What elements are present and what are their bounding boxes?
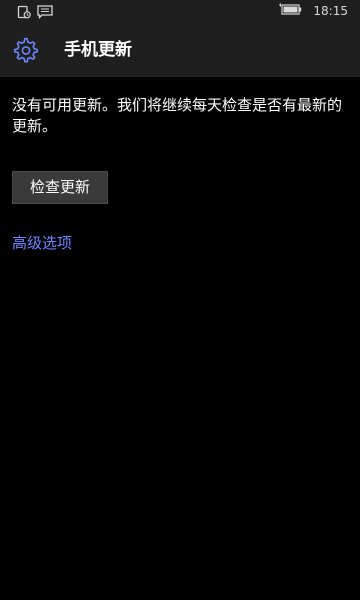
page-title: 手机更新 — [64, 40, 132, 60]
status-left-icons — [17, 4, 53, 23]
page-header: 手机更新 — [0, 24, 360, 77]
update-status-message: 没有可用更新。我们将继续每天检查是否有最新的更新。 — [12, 96, 343, 135]
check-updates-button[interactable]: 检查更新 — [12, 171, 108, 204]
battery-icon — [277, 2, 303, 19]
status-time: 18:15 — [313, 3, 348, 18]
gear-icon — [11, 36, 39, 64]
status-right: 18:15 — [277, 2, 348, 19]
notification-icon — [17, 4, 31, 23]
advanced-options-link[interactable]: 高级选项 — [12, 233, 72, 254]
status-bar: 18:15 — [0, 0, 360, 24]
message-icon — [37, 4, 53, 23]
